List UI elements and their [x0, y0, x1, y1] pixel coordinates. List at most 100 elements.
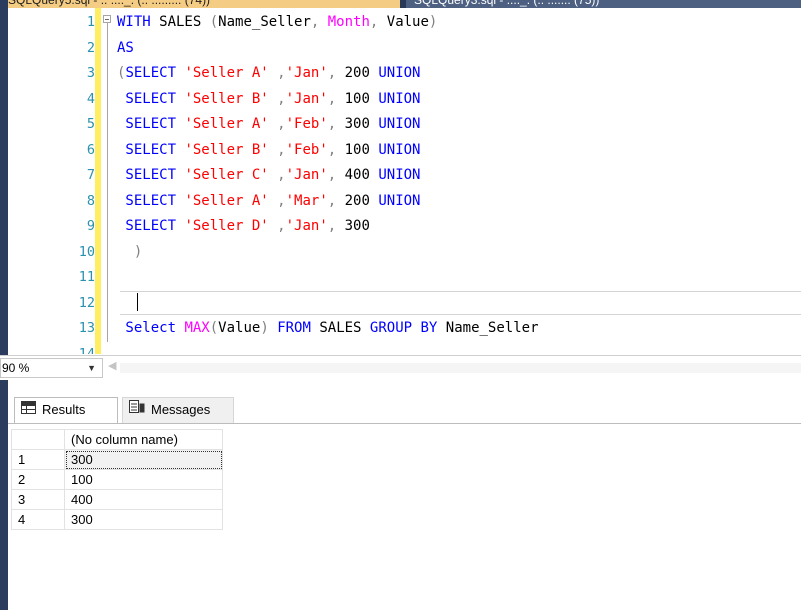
code-line[interactable]: Select MAX(Value) FROM SALES GROUP BY Na…	[117, 316, 801, 341]
row-number[interactable]: 3	[11, 489, 65, 510]
table-cell[interactable]: 300	[64, 509, 223, 530]
line-number: 7	[86, 167, 95, 183]
code-line[interactable]	[117, 342, 801, 355]
code-token: 'Jan'	[285, 90, 328, 107]
code-token: AS	[117, 39, 134, 56]
code-token: Value	[386, 14, 429, 30]
grid-icon	[21, 398, 36, 422]
code-token: UNION	[378, 90, 421, 107]
tab-messages-label: Messages	[151, 402, 211, 417]
code-token: 'Seller C'	[184, 167, 269, 183]
code-line[interactable]: SELECT 'Seller A' ,'Feb', 300 UNION	[117, 112, 801, 137]
table-cell[interactable]: 300	[64, 449, 223, 470]
code-token: 200	[344, 65, 379, 81]
code-line[interactable]: SELECT 'Seller D' ,'Jan', 300	[117, 214, 801, 239]
code-token: Name_Seller	[437, 320, 539, 336]
code-line[interactable]: (SELECT 'Seller A' ,'Jan', 200 UNION	[117, 61, 801, 86]
code-line[interactable]: WITH SALES (Name_Seller, Month, Value)	[117, 10, 801, 35]
table-cell[interactable]: 400	[64, 489, 223, 510]
code-token: ,	[268, 90, 286, 107]
code-token: ,	[327, 218, 345, 234]
code-token: 300	[344, 218, 370, 234]
tab-results-label: Results	[42, 402, 86, 417]
code-token: ,	[327, 90, 345, 107]
tab-messages[interactable]: Messages	[122, 397, 234, 423]
code-token: ,	[310, 14, 328, 30]
code-token: ,	[268, 141, 286, 158]
zoom-dropdown[interactable]: 90 % ▼	[0, 358, 103, 378]
code-token: ,	[327, 65, 345, 81]
outline-fold-line	[107, 22, 108, 342]
code-token: Select	[117, 320, 185, 336]
code-token: 'Seller B'	[184, 90, 269, 107]
code-token: ,	[327, 192, 345, 209]
zoom-bar: 90 % ▼ ◀	[0, 355, 801, 380]
code-token: UNION	[378, 141, 421, 158]
row-number[interactable]: 2	[11, 469, 65, 490]
code-token: (	[209, 320, 219, 336]
code-token: ,	[268, 65, 286, 81]
code-token: 'Feb'	[285, 116, 328, 132]
code-line[interactable]: SELECT 'Seller A' ,'Mar', 200 UNION	[117, 189, 801, 214]
code-token: SALES	[310, 320, 370, 336]
code-token: SELECT	[125, 65, 177, 81]
scroll-left-icon[interactable]: ◀	[108, 359, 116, 372]
tab-results[interactable]: Results	[14, 397, 118, 423]
code-token: ,	[268, 218, 286, 234]
code-token: ,	[327, 141, 345, 158]
code-line[interactable]	[117, 265, 801, 290]
code-token: UNION	[378, 65, 421, 81]
line-number: 1	[86, 14, 95, 30]
code-token: SELECT	[117, 116, 177, 132]
code-token: SALES	[150, 14, 210, 30]
results-grid[interactable]: (No column name) 1 300 2 100 3 400 4 300	[8, 424, 801, 610]
dropdown-arrow-icon[interactable]: ▼	[87, 359, 96, 377]
code-token: 'Seller B'	[184, 141, 269, 158]
line-number: 14	[78, 345, 95, 355]
code-line[interactable]: AS	[117, 36, 801, 61]
line-number: 10	[78, 243, 95, 260]
horizontal-scrollbar[interactable]	[120, 363, 801, 373]
code-token: 200	[344, 192, 379, 209]
code-token: 400	[344, 167, 379, 183]
code-token: FROM	[277, 320, 311, 336]
code-token: SELECT	[117, 141, 177, 158]
current-line-highlight	[120, 291, 801, 315]
code-token: WITH	[117, 14, 151, 30]
code-line[interactable]: SELECT 'Seller B' ,'Jan', 100 UNION	[117, 87, 801, 112]
code-token: SELECT	[117, 192, 177, 209]
table-row[interactable]: 4 300	[11, 509, 223, 530]
code-token: 'Jan'	[285, 167, 328, 183]
table-row[interactable]: 1 300	[11, 449, 223, 470]
line-number: 6	[86, 141, 95, 158]
code-line[interactable]: )	[117, 240, 801, 265]
line-number: 2	[86, 39, 95, 56]
row-number[interactable]: 4	[11, 509, 65, 530]
code-token: 300	[344, 116, 379, 132]
tab-sqlquery5[interactable]: SQLQuery5.sql - .. ...._. (.. ......... …	[0, 0, 400, 8]
row-number[interactable]: 1	[11, 449, 65, 470]
code-token: SELECT	[117, 218, 177, 234]
query-editor[interactable]: 1 2 3 4 5 6 7 8 9 10 11 12 13 14 WITH SALES (Name_Sel…	[8, 8, 801, 354]
zoom-value: 90 %	[2, 361, 30, 375]
table-cell[interactable]: 100	[64, 469, 223, 490]
code-token: 'Seller D'	[184, 218, 269, 234]
table-row[interactable]: 2 100	[11, 469, 223, 490]
tab-sqlquery3[interactable]: SQLQuery3.sql - ...._. (.. ....... (75))	[406, 0, 801, 8]
code-token: UNION	[378, 192, 421, 209]
code-token: ,	[268, 116, 286, 132]
collapse-icon[interactable]	[103, 15, 111, 23]
code-token: 'Jan'	[285, 65, 328, 81]
code-token: GROUP BY	[369, 320, 438, 336]
window-left-border	[0, 0, 8, 610]
line-number: 11	[78, 269, 95, 285]
line-number: 9	[86, 218, 95, 234]
table-row[interactable]: 3 400	[11, 489, 223, 510]
code-token: 'Seller A'	[184, 192, 269, 209]
column-header[interactable]: (No column name)	[64, 429, 223, 450]
code-line[interactable]: SELECT 'Seller C' ,'Jan', 400 UNION	[117, 163, 801, 188]
code-line[interactable]: SELECT 'Seller B' ,'Feb', 100 UNION	[117, 138, 801, 163]
code-token: 'Seller A'	[184, 65, 269, 81]
code-token: ,	[327, 167, 345, 183]
code-token: 'Jan'	[285, 218, 328, 234]
